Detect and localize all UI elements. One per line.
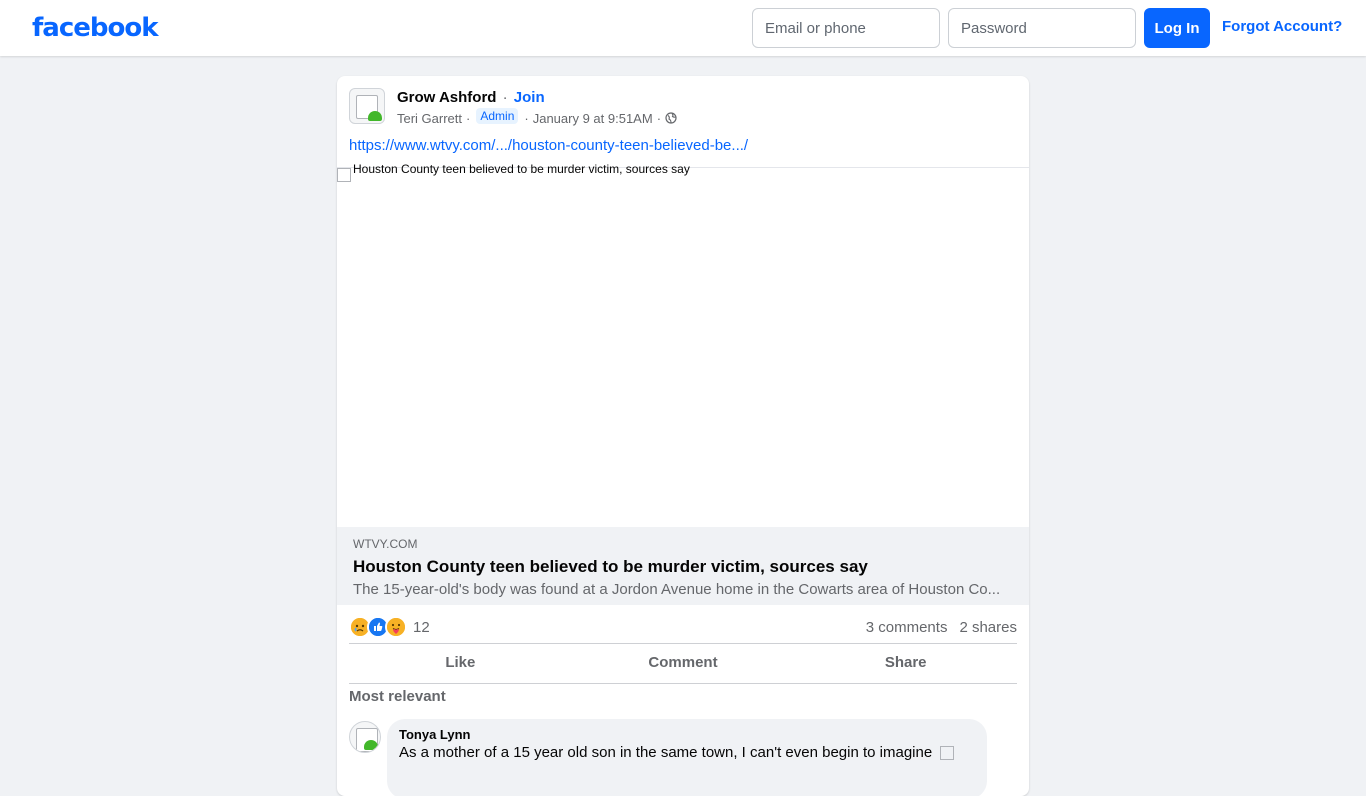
post-meta: Teri Garrett · Admin · January 9 at 9:51…	[397, 108, 677, 126]
comments-filter[interactable]: Most relevant	[349, 688, 446, 705]
group-name[interactable]: Grow Ashford	[397, 89, 496, 106]
comments-count[interactable]: 3 comments	[866, 619, 948, 636]
link-domain: WTVY.COM	[353, 537, 418, 551]
broken-image-icon	[940, 746, 955, 761]
link-card[interactable]: WTVY.COM Houston County teen believed to…	[337, 527, 1029, 605]
post-header: Grow Ashford · Join	[397, 89, 545, 106]
admin-badge: Admin	[476, 108, 519, 124]
image-alt-text: Houston County teen believed to be murde…	[353, 162, 690, 176]
password-field[interactable]	[948, 8, 1136, 48]
separator: ·	[524, 110, 529, 126]
shares-count[interactable]: 2 shares	[959, 619, 1017, 636]
broken-image-icon	[337, 168, 351, 182]
facebook-logo[interactable]: facebook	[32, 10, 159, 46]
comment-body: As a mother of a 15 year old son in the …	[399, 744, 933, 761]
login-button[interactable]: Log In	[1144, 8, 1210, 48]
reactions-row: 12 3 comments 2 shares	[349, 613, 1017, 644]
post-author[interactable]: Teri Garrett	[397, 111, 462, 126]
globe-icon	[665, 112, 677, 124]
link-title: Houston County teen believed to be murde…	[353, 557, 868, 576]
like-button[interactable]: Like	[349, 645, 572, 683]
post-link[interactable]: https://www.wtvy.com/.../houston-county-…	[349, 137, 748, 154]
top-bar: facebook Log In Forgot Account?	[0, 0, 1366, 56]
link-description: The 15-year-old's body was found at a Jo…	[353, 581, 1001, 598]
comment-author[interactable]: Tonya Lynn	[399, 727, 975, 742]
share-button[interactable]: Share	[794, 645, 1017, 683]
comment-button[interactable]: Comment	[572, 645, 795, 683]
reaction-summary[interactable]: 12	[349, 616, 430, 638]
link-preview-image[interactable]: Houston County teen believed to be murde…	[337, 162, 1029, 527]
email-field[interactable]	[752, 8, 940, 48]
reaction-count: 12	[413, 618, 430, 636]
commenter-avatar[interactable]	[349, 721, 381, 753]
comment: Tonya Lynn As a mother of a 15 year old …	[387, 719, 987, 796]
care-icon	[385, 616, 407, 638]
group-avatar[interactable]	[349, 88, 385, 124]
post-card: Grow Ashford · Join Teri Garrett · Admin…	[337, 76, 1029, 796]
forgot-account-link[interactable]: Forgot Account?	[1222, 18, 1342, 35]
avatar-placeholder-icon	[368, 111, 382, 121]
post-actions: Like Comment Share	[349, 645, 1017, 684]
separator: ·	[502, 89, 508, 106]
avatar-placeholder-icon	[364, 740, 378, 750]
separator: ·	[466, 110, 471, 126]
separator: ·	[656, 110, 662, 126]
post-timestamp[interactable]: January 9 at 9:51AM	[533, 111, 653, 126]
comment-text: As a mother of a 15 year old son in the …	[399, 744, 975, 761]
post-stats: 3 comments 2 shares	[866, 619, 1017, 636]
join-link[interactable]: Join	[514, 89, 545, 106]
